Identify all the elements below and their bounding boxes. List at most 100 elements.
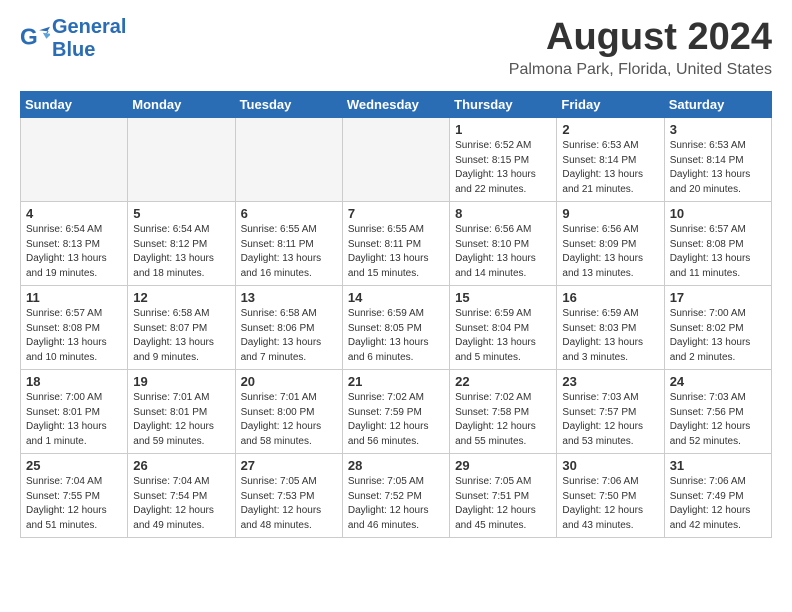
calendar-header-cell: Tuesday — [235, 92, 342, 118]
calendar-body: 1 Sunrise: 6:52 AM Sunset: 8:15 PM Daylig… — [21, 118, 772, 538]
day-number: 12 — [133, 290, 229, 305]
calendar-day-cell: 25 Sunrise: 7:04 AM Sunset: 7:55 PM Dayli… — [21, 454, 128, 538]
day-number: 19 — [133, 374, 229, 389]
day-number: 13 — [241, 290, 337, 305]
day-number: 3 — [670, 122, 766, 137]
day-number: 1 — [455, 122, 551, 137]
day-number: 23 — [562, 374, 658, 389]
calendar-header-cell: Saturday — [664, 92, 771, 118]
month-title: August 2024 — [509, 16, 772, 59]
calendar-week-row: 1 Sunrise: 6:52 AM Sunset: 8:15 PM Daylig… — [21, 118, 772, 202]
calendar-day-cell: 28 Sunrise: 7:05 AM Sunset: 7:52 PM Dayli… — [342, 454, 449, 538]
calendar-header-row: SundayMondayTuesdayWednesdayThursdayFrid… — [21, 92, 772, 118]
calendar-day-cell: 8 Sunrise: 6:56 AM Sunset: 8:10 PM Daylig… — [450, 202, 557, 286]
day-number: 14 — [348, 290, 444, 305]
day-number: 6 — [241, 206, 337, 221]
day-info: Sunrise: 6:53 AM Sunset: 8:14 PM Dayligh… — [562, 139, 658, 197]
calendar-day-cell: 15 Sunrise: 6:59 AM Sunset: 8:04 PM Dayli… — [450, 286, 557, 370]
calendar-day-cell: 9 Sunrise: 6:56 AM Sunset: 8:09 PM Daylig… — [557, 202, 664, 286]
calendar-header-cell: Monday — [128, 92, 235, 118]
day-number: 17 — [670, 290, 766, 305]
calendar-day-cell: 1 Sunrise: 6:52 AM Sunset: 8:15 PM Daylig… — [450, 118, 557, 202]
day-number: 8 — [455, 206, 551, 221]
day-info: Sunrise: 6:58 AM Sunset: 8:06 PM Dayligh… — [241, 307, 337, 365]
calendar-day-cell — [342, 118, 449, 202]
day-info: Sunrise: 7:02 AM Sunset: 7:59 PM Dayligh… — [348, 391, 444, 449]
day-info: Sunrise: 7:02 AM Sunset: 7:58 PM Dayligh… — [455, 391, 551, 449]
calendar-day-cell: 26 Sunrise: 7:04 AM Sunset: 7:54 PM Dayli… — [128, 454, 235, 538]
day-info: Sunrise: 6:57 AM Sunset: 8:08 PM Dayligh… — [670, 223, 766, 281]
calendar-day-cell: 2Sunrise: 6:53 AM Sunset: 8:14 PM Daylig… — [557, 118, 664, 202]
day-number: 26 — [133, 458, 229, 473]
day-number: 27 — [241, 458, 337, 473]
day-number: 16 — [562, 290, 658, 305]
title-section: August 2024 Palmona Park, Florida, Unite… — [509, 16, 772, 79]
page-header: G General Blue August 2024 Palmona Park,… — [20, 16, 772, 79]
calendar-header-cell: Thursday — [450, 92, 557, 118]
day-number: 4 — [26, 206, 122, 221]
day-info: Sunrise: 6:55 AM Sunset: 8:11 PM Dayligh… — [348, 223, 444, 281]
day-number: 25 — [26, 458, 122, 473]
day-info: Sunrise: 6:56 AM Sunset: 8:09 PM Dayligh… — [562, 223, 658, 281]
day-info: Sunrise: 7:01 AM Sunset: 8:00 PM Dayligh… — [241, 391, 337, 449]
calendar-day-cell: 10 Sunrise: 6:57 AM Sunset: 8:08 PM Dayli… — [664, 202, 771, 286]
day-info: Sunrise: 6:54 AM Sunset: 8:13 PM Dayligh… — [26, 223, 122, 281]
day-info: Sunrise: 7:00 AM Sunset: 8:01 PM Dayligh… — [26, 391, 122, 449]
calendar-day-cell: 4 Sunrise: 6:54 AM Sunset: 8:13 PM Daylig… — [21, 202, 128, 286]
calendar-day-cell: 20 Sunrise: 7:01 AM Sunset: 8:00 PM Dayli… — [235, 370, 342, 454]
svg-text:G: G — [20, 25, 38, 50]
calendar-table: SundayMondayTuesdayWednesdayThursdayFrid… — [20, 91, 772, 538]
day-number: 20 — [241, 374, 337, 389]
calendar-day-cell: 22Sunrise: 7:02 AM Sunset: 7:58 PM Dayli… — [450, 370, 557, 454]
day-info: Sunrise: 7:06 AM Sunset: 7:50 PM Dayligh… — [562, 475, 658, 533]
logo: G General Blue — [20, 16, 126, 62]
day-number: 15 — [455, 290, 551, 305]
calendar-week-row: 18Sunrise: 7:00 AM Sunset: 8:01 PM Dayli… — [21, 370, 772, 454]
day-info: Sunrise: 7:05 AM Sunset: 7:52 PM Dayligh… — [348, 475, 444, 533]
day-info: Sunrise: 6:57 AM Sunset: 8:08 PM Dayligh… — [26, 307, 122, 365]
day-info: Sunrise: 7:03 AM Sunset: 7:57 PM Dayligh… — [562, 391, 658, 449]
day-number: 28 — [348, 458, 444, 473]
calendar-day-cell: 14Sunrise: 6:59 AM Sunset: 8:05 PM Dayli… — [342, 286, 449, 370]
day-number: 11 — [26, 290, 122, 305]
calendar-day-cell: 12 Sunrise: 6:58 AM Sunset: 8:07 PM Dayli… — [128, 286, 235, 370]
day-number: 24 — [670, 374, 766, 389]
day-number: 7 — [348, 206, 444, 221]
calendar-day-cell: 18Sunrise: 7:00 AM Sunset: 8:01 PM Dayli… — [21, 370, 128, 454]
day-info: Sunrise: 7:04 AM Sunset: 7:55 PM Dayligh… — [26, 475, 122, 533]
day-number: 31 — [670, 458, 766, 473]
calendar-day-cell: 19 Sunrise: 7:01 AM Sunset: 8:01 PM Dayli… — [128, 370, 235, 454]
day-number: 9 — [562, 206, 658, 221]
day-number: 5 — [133, 206, 229, 221]
calendar-day-cell — [128, 118, 235, 202]
location-title: Palmona Park, Florida, United States — [509, 61, 772, 79]
day-info: Sunrise: 6:59 AM Sunset: 8:04 PM Dayligh… — [455, 307, 551, 365]
calendar-week-row: 25 Sunrise: 7:04 AM Sunset: 7:55 PM Dayli… — [21, 454, 772, 538]
day-info: Sunrise: 7:00 AM Sunset: 8:02 PM Dayligh… — [670, 307, 766, 365]
calendar-header-cell: Wednesday — [342, 92, 449, 118]
day-info: Sunrise: 6:56 AM Sunset: 8:10 PM Dayligh… — [455, 223, 551, 281]
logo-icon: G — [20, 25, 50, 53]
day-info: Sunrise: 6:58 AM Sunset: 8:07 PM Dayligh… — [133, 307, 229, 365]
calendar-day-cell: 23 Sunrise: 7:03 AM Sunset: 7:57 PM Dayli… — [557, 370, 664, 454]
calendar-day-cell: 27Sunrise: 7:05 AM Sunset: 7:53 PM Dayli… — [235, 454, 342, 538]
calendar-week-row: 11 Sunrise: 6:57 AM Sunset: 8:08 PM Dayli… — [21, 286, 772, 370]
day-info: Sunrise: 6:52 AM Sunset: 8:15 PM Dayligh… — [455, 139, 551, 197]
day-info: Sunrise: 6:54 AM Sunset: 8:12 PM Dayligh… — [133, 223, 229, 281]
calendar-day-cell — [235, 118, 342, 202]
calendar-day-cell: 13 Sunrise: 6:58 AM Sunset: 8:06 PM Dayli… — [235, 286, 342, 370]
day-info: Sunrise: 7:04 AM Sunset: 7:54 PM Dayligh… — [133, 475, 229, 533]
calendar-day-cell: 31 Sunrise: 7:06 AM Sunset: 7:49 PM Dayli… — [664, 454, 771, 538]
calendar-day-cell: 21Sunrise: 7:02 AM Sunset: 7:59 PM Dayli… — [342, 370, 449, 454]
calendar-day-cell: 16 Sunrise: 6:59 AM Sunset: 8:03 PM Dayli… — [557, 286, 664, 370]
calendar-day-cell: 30 Sunrise: 7:06 AM Sunset: 7:50 PM Dayli… — [557, 454, 664, 538]
calendar-day-cell: 5 Sunrise: 6:54 AM Sunset: 8:12 PM Daylig… — [128, 202, 235, 286]
day-info: Sunrise: 6:59 AM Sunset: 8:03 PM Dayligh… — [562, 307, 658, 365]
day-number: 10 — [670, 206, 766, 221]
calendar-day-cell: 7 Sunrise: 6:55 AM Sunset: 8:11 PM Daylig… — [342, 202, 449, 286]
calendar-week-row: 4 Sunrise: 6:54 AM Sunset: 8:13 PM Daylig… — [21, 202, 772, 286]
calendar-day-cell — [21, 118, 128, 202]
day-info: Sunrise: 7:01 AM Sunset: 8:01 PM Dayligh… — [133, 391, 229, 449]
day-info: Sunrise: 7:06 AM Sunset: 7:49 PM Dayligh… — [670, 475, 766, 533]
day-number: 30 — [562, 458, 658, 473]
